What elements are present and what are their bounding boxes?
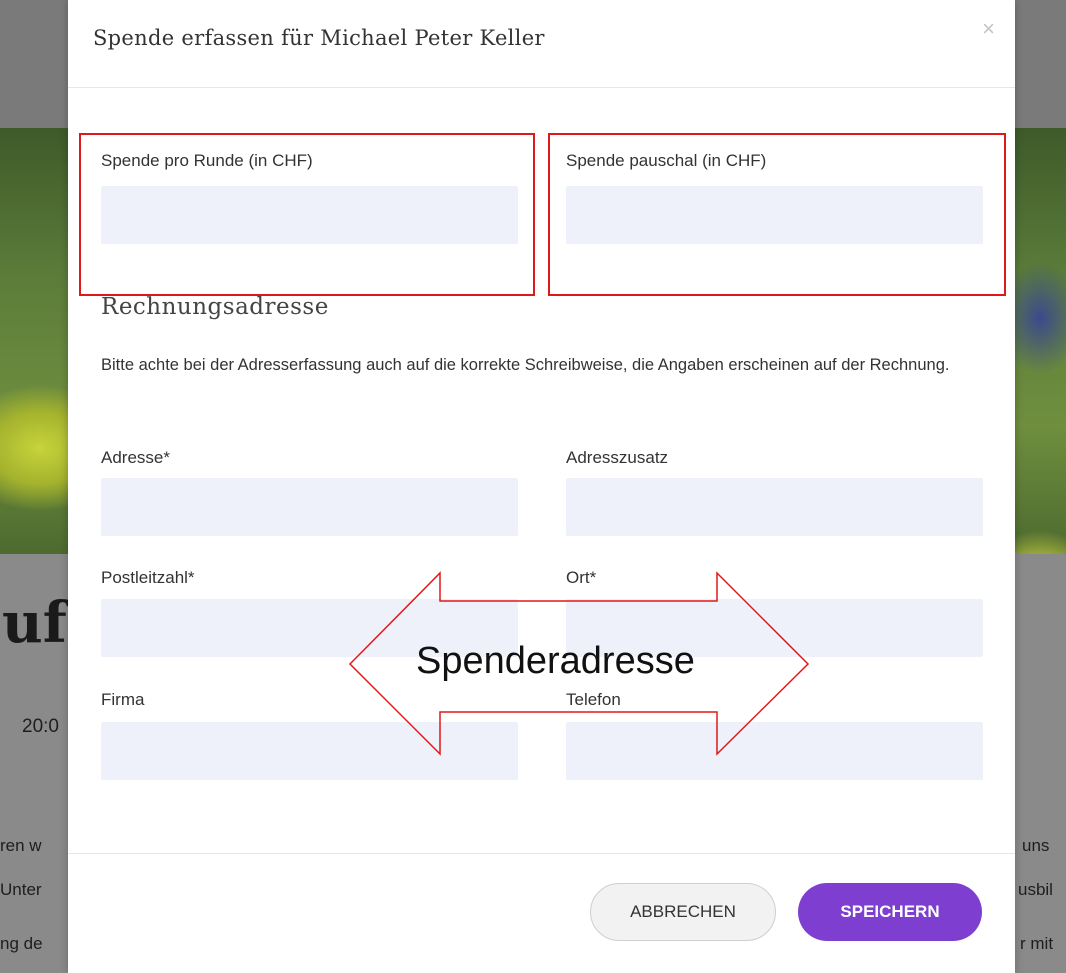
double-arrow-icon (348, 571, 810, 756)
annotation-arrow-label: Spenderadresse (416, 640, 695, 682)
